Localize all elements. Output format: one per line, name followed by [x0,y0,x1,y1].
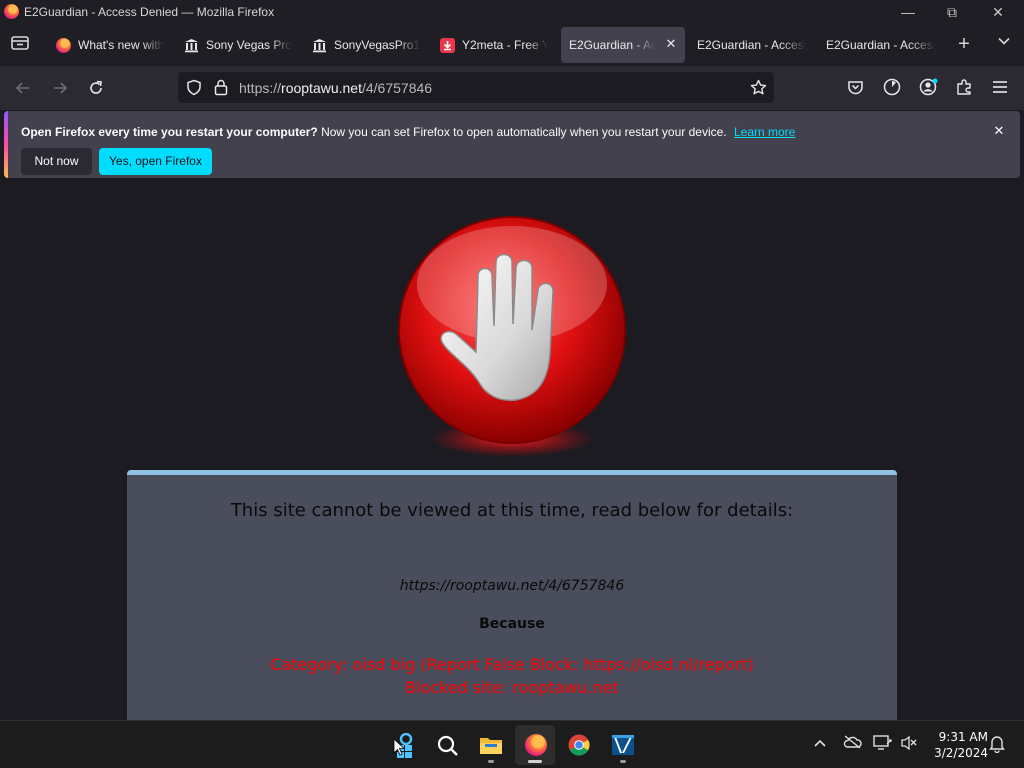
stop-hand-icon [398,216,626,457]
y2meta-icon [440,38,455,53]
list-all-tabs-chevron-icon[interactable] [994,34,1014,54]
notifications-bell-icon[interactable] [987,735,1007,756]
active-indicator [528,760,542,763]
window-title: E2Guardian - Access Denied — Mozilla Fir… [24,5,275,19]
account-icon[interactable] [919,78,938,96]
forward-arrow-icon[interactable] [52,80,68,96]
windows-start-icon [393,733,413,758]
tab-label: E2Guardian - Access [826,38,936,52]
search-icon [437,735,458,756]
notification-bar: Open Firefox every time you restart your… [4,111,1020,178]
minimize-button[interactable]: — [896,2,920,22]
shield-icon[interactable] [186,79,202,96]
tab-label: Y2meta - Free Yo [462,38,548,52]
back-arrow-icon[interactable] [15,80,31,96]
tab-sonyvegaspro14[interactable]: SonyVegasPro14 [302,27,428,63]
tab-e2guardian-active[interactable]: E2Guardian - Acc ✕ [561,27,685,63]
onedrive-offline-icon[interactable] [842,735,862,752]
notification-title: Open Firefox every time you restart your… [21,125,318,139]
start-button[interactable] [383,725,423,765]
extensions-puzzle-icon[interactable] [956,78,973,96]
tab-e2guardian-3[interactable]: E2Guardian - Access [818,27,944,63]
block-heading: This site cannot be viewed at this time,… [230,500,794,521]
menu-hamburger-icon[interactable] [992,80,1008,94]
running-indicator [488,760,494,763]
archive-icon [313,39,326,53]
block-details-panel: This site cannot be viewed at this time,… [127,470,897,720]
new-tab-plus-icon[interactable]: + [954,34,974,54]
notification-text: Now you can set Firefox to open automati… [321,125,727,139]
file-explorer-button[interactable] [471,725,511,765]
tab-label: E2Guardian - Acc [569,38,655,52]
blocked-site: Blocked site: rooptawu.net [405,678,619,697]
tab-e2guardian-2[interactable]: E2Guardian - Access [689,27,815,63]
window-titlebar: E2Guardian - Access Denied — Mozilla Fir… [0,0,1024,24]
close-tab-icon[interactable]: ✕ [663,36,679,52]
learn-more-link[interactable]: Learn more [734,125,795,139]
reload-icon[interactable] [88,80,104,96]
chrome-taskbar-button[interactable] [559,725,599,765]
folder-icon [480,738,502,754]
notification-accent-stripe [4,111,8,178]
firefox-view-button[interactable] [10,35,30,55]
yes-open-firefox-button[interactable]: Yes, open Firefox [99,148,212,175]
firefox-icon [56,38,71,53]
firefox-taskbar-button[interactable] [515,725,555,765]
bookmark-star-icon[interactable] [750,79,767,96]
firefox-logo-icon [4,4,19,19]
search-button[interactable] [427,725,467,765]
blocked-url: https://rooptawu.net/4/6757846 [399,578,625,594]
tab-strip: What's new with Sony Vegas Pro SonyVegas… [0,24,1024,66]
firefox-view-icon [11,36,29,50]
navigation-toolbar: https://rooptawu.net/4/6757846 [0,66,1024,110]
restore-button[interactable]: ⧉ [940,2,964,22]
tab-sony-vegas-pro[interactable]: Sony Vegas Pro [174,27,300,63]
chrome-icon [568,734,590,756]
volume-muted-icon[interactable] [899,735,919,754]
notification-message: Open Firefox every time you restart your… [21,125,795,139]
close-window-button[interactable]: ✕ [986,2,1010,22]
notification-close-icon[interactable]: ✕ [991,123,1007,139]
lock-icon[interactable] [214,79,228,96]
vegas-pro-taskbar-button[interactable] [603,725,643,765]
running-indicator [620,760,626,763]
system-clock[interactable]: 9:31 AM 3/2/2024 [924,729,988,761]
network-icon[interactable] [873,735,893,754]
clock-date: 3/2/2024 [934,746,988,760]
because-label: Because [479,616,545,632]
tab-label: SonyVegasPro14 [334,38,420,52]
firefox-icon [525,734,547,756]
pocket-icon[interactable] [847,79,864,96]
tab-y2meta[interactable]: Y2meta - Free Yo [430,27,556,63]
taskbar: 9:31 AM 3/2/2024 [0,720,1024,768]
tab-label: Sony Vegas Pro [206,38,292,52]
page-content: This site cannot be viewed at this time,… [0,184,1024,720]
url-bar[interactable]: https://rooptawu.net/4/6757846 [178,72,774,103]
timer-extension-icon[interactable] [883,78,901,96]
tab-whats-new[interactable]: What's new with [46,27,172,63]
not-now-button[interactable]: Not now [21,148,92,175]
url-text[interactable]: https://rooptawu.net/4/6757846 [239,80,432,96]
vegas-pro-icon [612,735,634,755]
show-hidden-icons-chevron-icon[interactable] [810,735,830,751]
tab-label: E2Guardian - Access [697,38,807,52]
block-category: Category: oisd big (Report False Block: … [270,655,754,674]
archive-icon [185,39,198,53]
clock-time: 9:31 AM [938,730,988,744]
tab-label: What's new with [78,38,164,52]
